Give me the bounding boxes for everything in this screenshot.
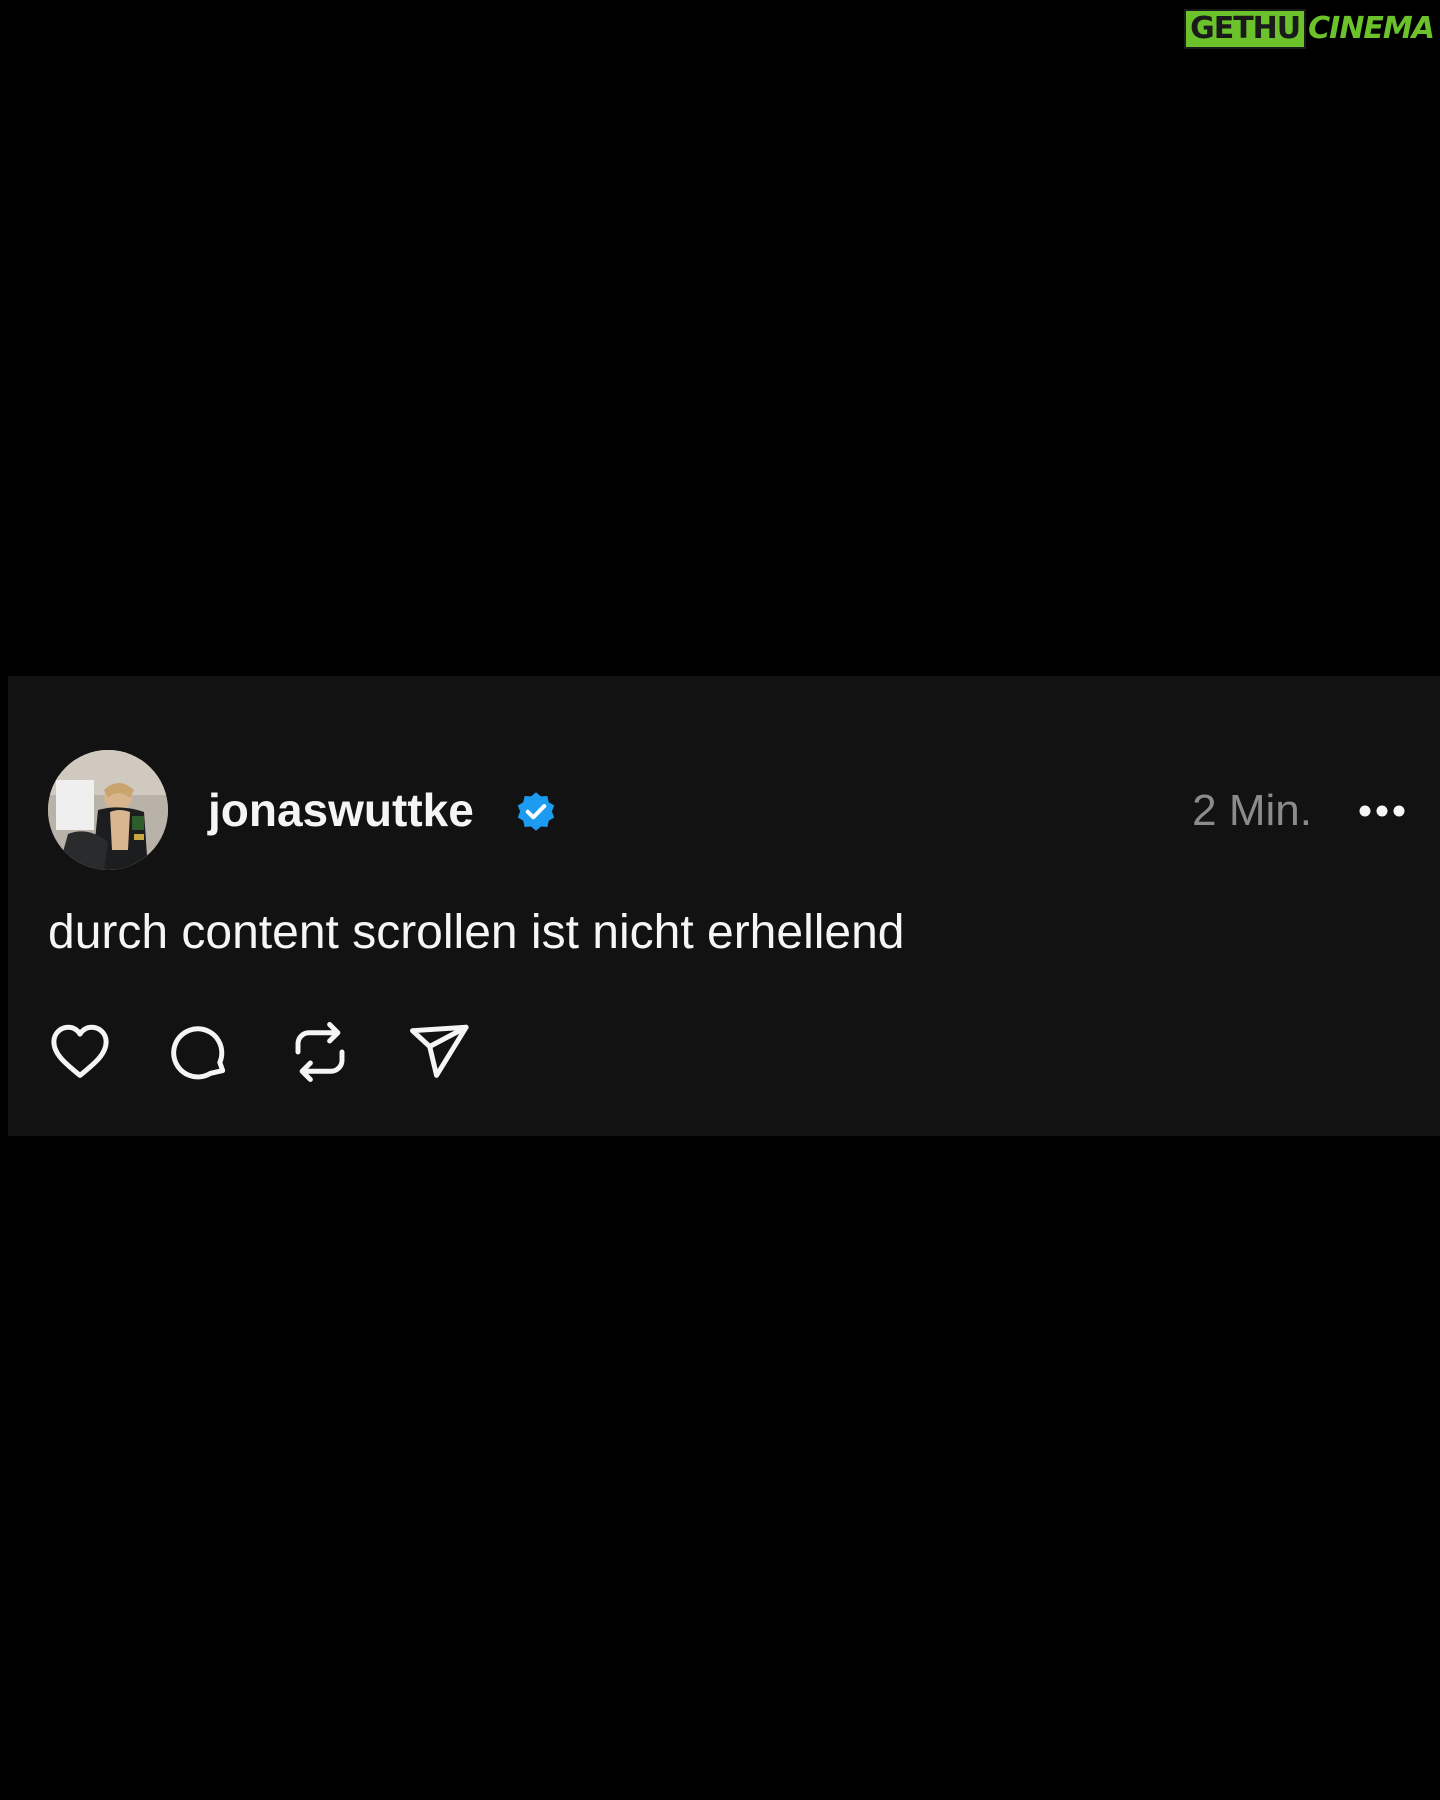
more-options-icon[interactable] [1354,788,1410,834]
comment-icon [171,1026,226,1080]
repost-icon [295,1022,345,1082]
avatar-image [48,750,168,870]
share-icon [410,1024,469,1078]
post-text: durch content scrollen ist nicht erhelle… [48,906,905,959]
comment-button[interactable] [164,1016,236,1088]
post-actions [44,1016,524,1088]
verified-badge-icon [517,792,555,831]
post-timestamp: 2 Min. [1192,786,1312,835]
avatar[interactable] [48,750,168,870]
username[interactable]: jonaswuttke [208,783,474,837]
heart-icon [51,1024,109,1078]
watermark-logo: GETHU CINEMA [1184,9,1435,49]
repost-button[interactable] [284,1016,356,1088]
share-button[interactable] [404,1016,476,1088]
like-button[interactable] [44,1016,116,1088]
post-card[interactable]: jonaswuttke 2 Min. durch content scrolle… [8,676,1440,1136]
